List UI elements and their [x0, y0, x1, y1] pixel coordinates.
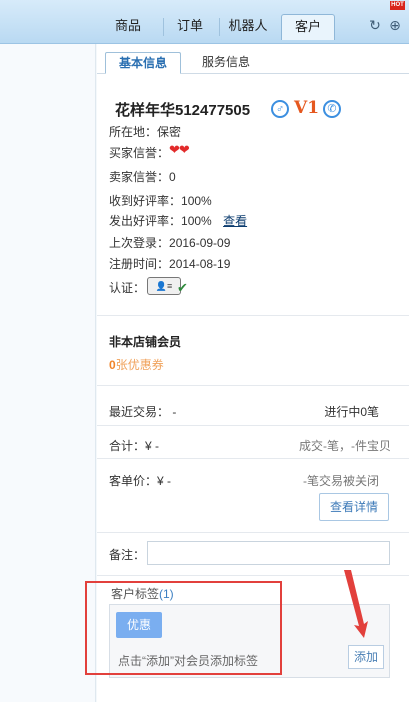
buyer-credit-label: 买家信誉：: [109, 146, 170, 160]
male-icon: ♂: [271, 100, 289, 118]
seller-credit-row: 卖家信誉：0: [109, 168, 176, 185]
coupon-info: 0张优惠券: [109, 356, 164, 373]
certification-label: 认证：: [109, 281, 146, 295]
divider: [97, 315, 409, 316]
view-details-button[interactable]: 查看详情: [319, 493, 389, 521]
remark-input[interactable]: [147, 541, 390, 565]
given-rate-value: 100%: [181, 214, 212, 228]
given-rate-row: 发出好评率：100% 查看: [109, 212, 247, 229]
view-rate-link[interactable]: 查看: [223, 214, 247, 228]
left-sidebar: [0, 44, 96, 702]
heart-rank-icon: ❤❤: [169, 142, 190, 157]
total-value: ¥ -: [145, 439, 160, 453]
total-row: 合计：¥ -: [109, 437, 159, 454]
buyer-credit-row: 买家信誉：: [109, 144, 169, 161]
recent-trade-label: 最近交易：: [109, 405, 170, 419]
remark-label: 备注：: [109, 548, 146, 562]
coupon-label: 张优惠券: [115, 358, 164, 372]
subtab-service-info[interactable]: 服务信息: [193, 52, 259, 74]
subtab-bar: 基本信息 服务信息: [97, 44, 409, 74]
recent-trade-row: 最近交易： -: [109, 403, 176, 420]
refresh-icon[interactable]: ↻: [367, 17, 383, 33]
avg-order-label: 客单价：: [109, 474, 158, 488]
tab-divider: [219, 18, 220, 36]
subtab-basic-info[interactable]: 基本信息: [105, 52, 181, 74]
tab-divider: [163, 18, 164, 36]
hot-badge: HOT: [390, 1, 405, 10]
received-rate-row: 收到好评率：100%: [109, 192, 212, 209]
plus-circle-icon[interactable]: ⊕: [387, 17, 403, 33]
closed-trades-description: -笔交易被关闭: [303, 474, 379, 488]
received-rate-value: 100%: [181, 194, 212, 208]
divider: [97, 385, 409, 386]
coupon-count: 0: [109, 358, 116, 372]
id-card-cert-icon: 👤≡: [147, 277, 181, 295]
verified-check-icon: ✔: [177, 280, 188, 295]
divider: [97, 532, 409, 533]
register-value: 2014-08-19: [169, 257, 231, 271]
location-value: 保密: [157, 125, 182, 139]
avg-order-value: ¥ -: [157, 474, 172, 488]
divider: [97, 425, 409, 426]
last-login-value: 2016-09-09: [169, 236, 231, 250]
location-label: 所在地：: [109, 125, 158, 139]
register-row: 注册时间：2014-08-19: [109, 255, 230, 272]
total-label: 合计：: [109, 439, 146, 453]
customer-name: 花样年华512477505: [115, 102, 251, 119]
add-tag-button[interactable]: 添加: [348, 645, 384, 669]
location-row: 所在地：保密: [109, 123, 181, 140]
received-rate-label: 收到好评率：: [109, 194, 182, 208]
tab-robot[interactable]: 机器人: [222, 14, 274, 40]
tab-orders[interactable]: 订单: [166, 14, 214, 40]
in-progress-count: 进行中0笔: [324, 405, 379, 419]
phone-icon[interactable]: ✆: [323, 100, 341, 118]
recent-trade-value: -: [172, 405, 177, 419]
highlight-box: [85, 581, 282, 675]
seller-credit-value: 0: [169, 170, 176, 184]
tab-customer[interactable]: 客户: [281, 14, 335, 40]
certification-row: 认证：: [109, 279, 145, 296]
last-login-row: 上次登录：2016-09-09: [109, 234, 230, 251]
total-description: 成交-笔，-件宝贝: [299, 439, 391, 453]
avg-order-row: 客单价：¥ -: [109, 472, 171, 489]
register-label: 注册时间：: [109, 257, 170, 271]
seller-credit-label: 卖家信誉：: [109, 170, 170, 184]
arrow-shape: [344, 570, 368, 638]
given-rate-label: 发出好评率：: [109, 214, 182, 228]
membership-status: 非本店铺会员: [109, 335, 182, 349]
tab-products[interactable]: 商品: [100, 14, 156, 40]
top-navigation: 商品 订单 机器人 客户 HOT ↻ ⊕: [0, 0, 409, 44]
annotation-arrow-icon: [344, 570, 368, 638]
vip-level-badge: V1: [294, 98, 320, 118]
last-login-label: 上次登录：: [109, 236, 170, 250]
divider: [97, 458, 409, 459]
